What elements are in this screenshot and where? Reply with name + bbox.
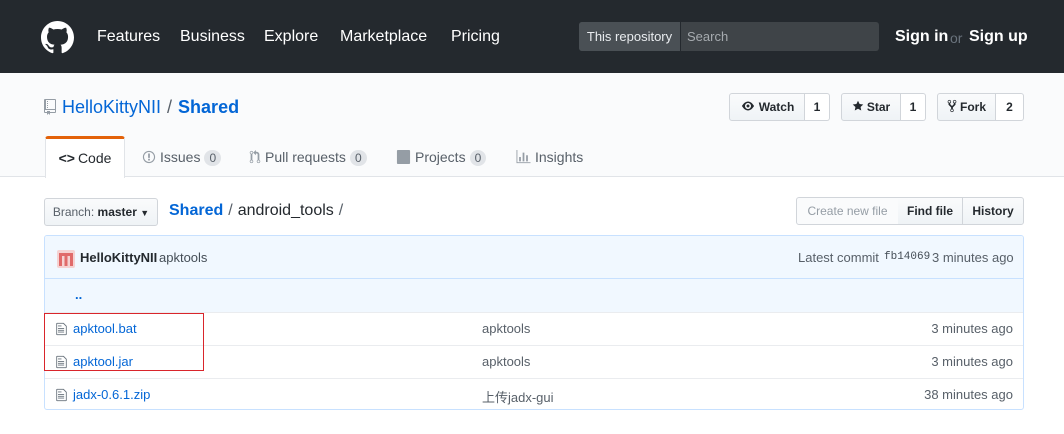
nav-features[interactable]: Features: [97, 28, 160, 46]
pull-request-icon: [249, 150, 261, 164]
repo-header: HelloKittyNII / Shared Watch 1 Star 1 Fork…: [0, 73, 1064, 178]
repo-icon: [44, 99, 56, 115]
search-box: This repository: [579, 22, 879, 51]
watch-button[interactable]: Watch: [729, 93, 805, 121]
file-commit-message-link[interactable]: apktools: [482, 354, 530, 369]
create-new-file-button[interactable]: Create new file: [796, 197, 899, 225]
project-icon: [396, 150, 411, 164]
star-count[interactable]: 1: [901, 93, 926, 121]
issues-count-badge: 0: [204, 150, 222, 166]
star-button[interactable]: Star: [841, 93, 901, 121]
repo-owner-link[interactable]: HelloKittyNII: [62, 97, 161, 117]
commit-message-link[interactable]: apktools: [159, 250, 207, 265]
commit-tease: HelloKittyNII apktools Latest commit fb1…: [45, 236, 1023, 279]
watch-count[interactable]: 1: [805, 93, 830, 121]
file-icon: [56, 322, 67, 336]
branch-prefix: Branch:: [52, 205, 95, 219]
caret-down-icon: ▼: [140, 208, 150, 218]
eye-icon: [741, 101, 754, 111]
nav-marketplace[interactable]: Marketplace: [340, 28, 427, 46]
search-input[interactable]: [681, 22, 877, 51]
breadcrumb-root-link[interactable]: Shared: [169, 202, 223, 219]
table-row: jadx-0.6.1.zip 上传jadx-gui 38 minutes ago: [45, 378, 1023, 409]
file-age: 3 minutes ago: [931, 354, 1013, 369]
history-button[interactable]: History: [962, 197, 1024, 225]
tab-pull-requests[interactable]: Pull requests 0: [249, 137, 367, 177]
graph-icon: [516, 150, 531, 164]
nav-business[interactable]: Business: [180, 28, 245, 46]
table-row: apktool.jar apktools 3 minutes ago: [45, 345, 1023, 378]
file-list: HelloKittyNII apktools Latest commit fb1…: [44, 235, 1024, 410]
tab-pull-requests-label: Pull requests: [265, 149, 346, 165]
tab-insights[interactable]: Insights: [516, 137, 583, 177]
fork-button[interactable]: Fork: [937, 93, 996, 121]
tab-issues-label: Issues: [160, 149, 201, 165]
site-header: Features Business Explore Marketplace Pr…: [0, 0, 1064, 73]
tab-issues[interactable]: Issues 0: [142, 137, 222, 177]
file-age: 3 minutes ago: [931, 321, 1013, 336]
repo-title-separator: /: [167, 97, 173, 117]
sign-in-link[interactable]: Sign in: [895, 28, 948, 46]
latest-commit-label: Latest commit: [798, 250, 879, 265]
file-commit-message-link[interactable]: apktools: [482, 321, 530, 336]
file-name-link[interactable]: jadx-0.6.1.zip: [73, 387, 150, 402]
star-label: Star: [866, 100, 891, 114]
file-icon: [56, 355, 67, 369]
find-file-button[interactable]: Find file: [898, 197, 963, 225]
sign-up-link[interactable]: Sign up: [969, 28, 1028, 46]
file-name-link[interactable]: apktool.jar: [73, 354, 133, 369]
avatar[interactable]: [57, 250, 75, 268]
projects-count-badge: 0: [469, 150, 487, 166]
commit-age: 3 minutes ago: [932, 250, 1014, 265]
identicon-icon: [59, 253, 73, 266]
issue-icon: [142, 150, 156, 164]
pull-requests-count-badge: 0: [349, 150, 367, 166]
commit-sha-link[interactable]: fb14069: [884, 251, 930, 263]
tab-projects-label: Projects: [415, 149, 466, 165]
search-scope-badge[interactable]: This repository: [579, 22, 681, 51]
file-icon: [56, 388, 67, 402]
file-name-link[interactable]: apktool.bat: [73, 321, 137, 336]
repo-name-link[interactable]: Shared: [178, 97, 239, 117]
file-commit-message-link[interactable]: 上传jadx-gui: [482, 387, 554, 406]
branch-select-button[interactable]: Branch: master ▼: [44, 198, 158, 226]
auth-or-text: or: [950, 30, 963, 46]
tab-code-label: Code: [77, 150, 112, 166]
fork-label: Fork: [959, 100, 986, 114]
branch-name: master: [97, 205, 137, 219]
code-icon: <>: [58, 150, 75, 166]
github-logo-icon[interactable]: [41, 21, 74, 54]
tab-code[interactable]: <> Code: [45, 136, 125, 178]
tab-projects[interactable]: Projects 0: [396, 137, 487, 177]
breadcrumb-current-dir: android_tools: [237, 202, 334, 219]
breadcrumb: Shared / android_tools /: [169, 202, 348, 220]
repo-title: HelloKittyNII / Shared: [44, 97, 239, 118]
parent-directory-row[interactable]: ..: [45, 279, 1023, 312]
parent-directory-link[interactable]: ..: [75, 287, 82, 302]
watch-label: Watch: [758, 100, 795, 114]
file-age: 38 minutes ago: [924, 387, 1013, 402]
tab-insights-label: Insights: [535, 149, 584, 165]
file-rows: .. apktool.bat apktools 3 minutes ago ap…: [45, 279, 1023, 409]
nav-explore[interactable]: Explore: [264, 28, 318, 46]
breadcrumb-trailing-separator: /: [338, 202, 344, 219]
nav-pricing[interactable]: Pricing: [451, 28, 500, 46]
star-icon: [852, 100, 864, 111]
commit-author-link[interactable]: HelloKittyNII: [80, 250, 157, 265]
fork-count[interactable]: 2: [996, 93, 1024, 121]
table-row: apktool.bat apktools 3 minutes ago: [45, 312, 1023, 345]
fork-icon: [947, 99, 957, 113]
breadcrumb-separator: /: [228, 202, 233, 219]
